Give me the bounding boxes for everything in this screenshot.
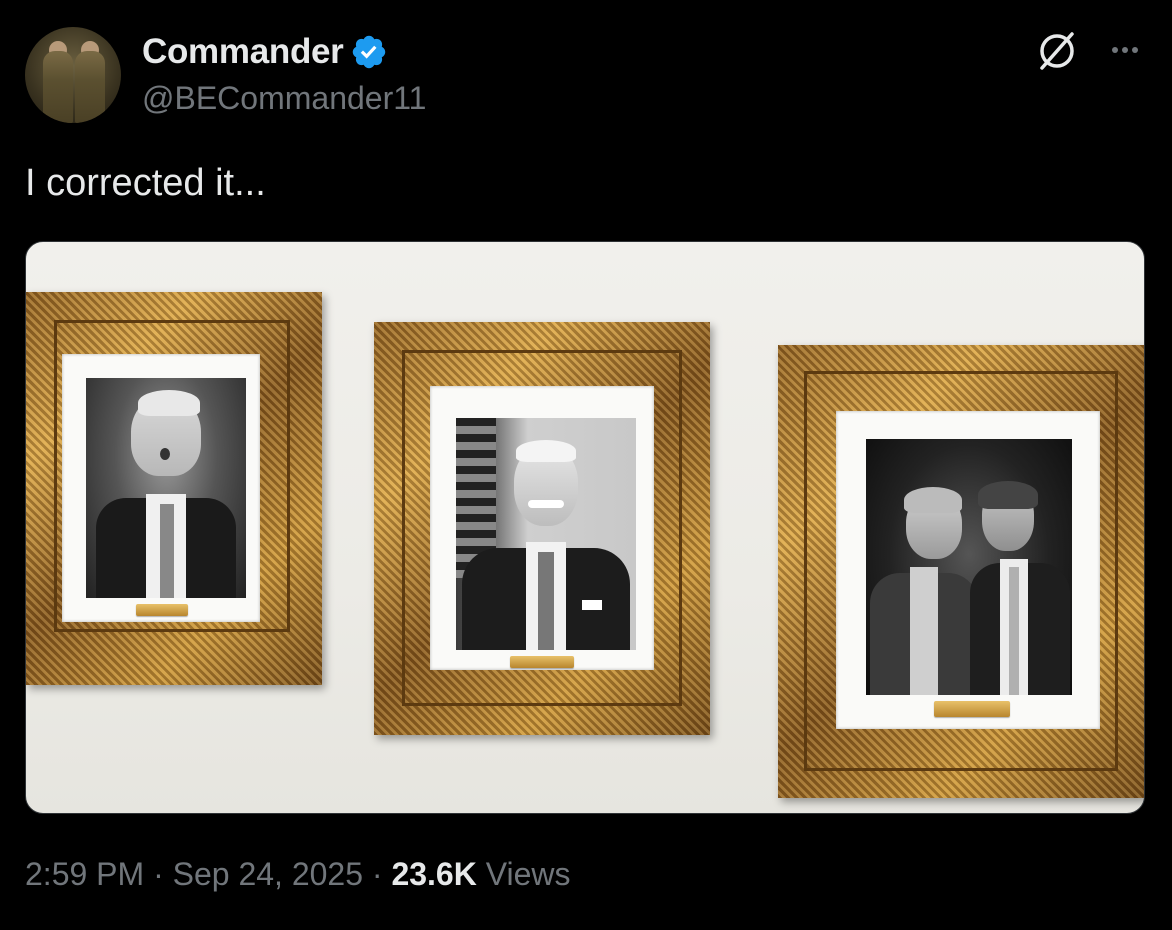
portrait-frame-right xyxy=(778,345,1144,798)
tweet-date[interactable]: Sep 24, 2025 xyxy=(173,856,363,892)
tweet-text: I corrected it... xyxy=(25,162,266,204)
separator: · xyxy=(371,856,383,892)
portrait-photo-3 xyxy=(866,439,1072,695)
tweet-time[interactable]: 2:59 PM xyxy=(25,856,144,892)
avatar[interactable] xyxy=(25,27,121,123)
more-icon[interactable] xyxy=(1103,28,1147,72)
grok-icon[interactable] xyxy=(1036,30,1078,72)
views-label: Views xyxy=(485,856,571,892)
name-plaque-3 xyxy=(934,701,1010,717)
author-handle[interactable]: @BECommander11 xyxy=(142,80,426,117)
portrait-frame-left xyxy=(26,292,322,685)
tweet-media-image[interactable] xyxy=(25,241,1145,814)
separator: · xyxy=(153,856,164,892)
portrait-photo-1 xyxy=(86,378,246,598)
author-name-row[interactable]: Commander xyxy=(142,32,388,72)
display-name[interactable]: Commander xyxy=(142,32,344,72)
tweet-metadata: 2:59 PM · Sep 24, 2025 · 23.6K Views xyxy=(25,856,571,893)
views-count[interactable]: 23.6K xyxy=(391,856,476,892)
portrait-frame-center xyxy=(374,322,710,735)
portrait-photo-2 xyxy=(456,418,636,650)
verified-badge-icon[interactable] xyxy=(350,33,388,71)
name-plaque-1 xyxy=(136,604,188,616)
name-plaque-2 xyxy=(510,656,574,668)
